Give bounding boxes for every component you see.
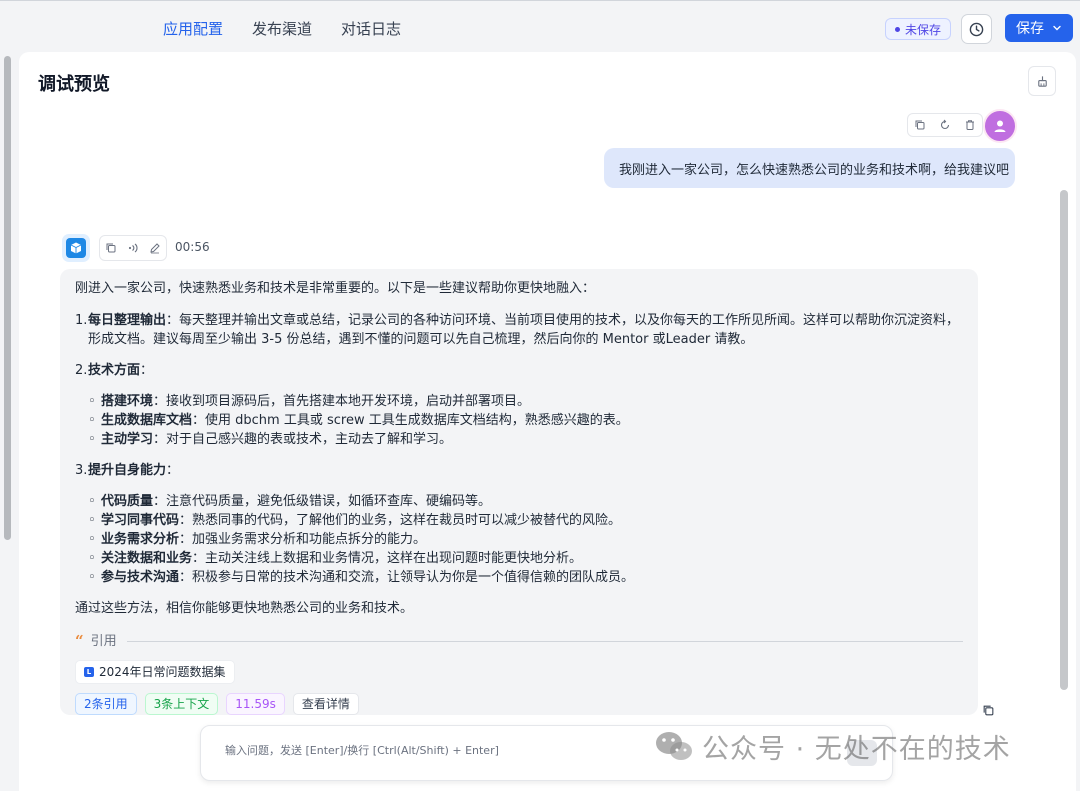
user-message: 我刚进入一家公司，怎么快速熟悉公司的业务和技术啊，给我建议吧	[604, 148, 1015, 188]
broom-icon	[1037, 75, 1047, 87]
divider	[126, 640, 963, 642]
bot-message-actions	[99, 235, 167, 261]
item-text: ：对于自己感兴趣的表或技术，主动去了解和学习。	[153, 432, 453, 447]
sub-list: 代码质量：注意代码质量，避免低级错误，如循环查库、硬编码等。 学习同事代码：熟悉…	[75, 492, 964, 587]
speaker-icon[interactable]	[127, 242, 139, 254]
edit-icon[interactable]	[149, 242, 161, 254]
dataset-name: 2024年日常问题数据集	[99, 664, 226, 679]
status-dot-icon	[895, 26, 900, 32]
unsaved-label: 未保存	[905, 22, 942, 37]
tab-chat-logs[interactable]: 对话日志	[341, 18, 401, 39]
duration-tag[interactable]: 11.59s	[226, 693, 285, 715]
copy-button[interactable]	[982, 702, 995, 721]
list-item: 1. 每日整理输出：每天整理并输出文章或总结，记录公司的各种访问环境、当前项目使…	[75, 311, 964, 349]
item-text: ：积极参与日常的技术沟通和交流，让领导认为你是一个值得信赖的团队成员。	[179, 570, 635, 585]
clock-icon	[969, 22, 984, 36]
section-title: 技术方面	[88, 363, 141, 378]
bot-message: 刚进入一家公司，快速熟悉业务和技术是非常重要的。以下是一些建议帮助你更快地融入：…	[60, 269, 978, 715]
sub-list-item: 主动学习：对于自己感兴趣的表或技术，主动去了解和学习。	[75, 430, 964, 449]
person-icon	[994, 120, 1006, 132]
dataset-icon: L	[84, 667, 94, 677]
bot-avatar	[62, 234, 90, 262]
sub-list-item: 参与技术沟通：积极参与日常的技术沟通和交流，让领导认为你是一个值得信赖的团队成员…	[75, 568, 964, 587]
sub-list-item: 生成数据库文档：使用 dbchm 工具或 screw 工具生成数据库文档结构，熟…	[75, 411, 964, 430]
section-text: ：	[140, 363, 154, 378]
regenerate-icon[interactable]	[939, 119, 951, 131]
chat-scrollbar[interactable]	[1060, 190, 1068, 690]
list-number: 3.	[75, 463, 88, 478]
wechat-icon	[656, 731, 692, 760]
quote-icon: “	[75, 631, 84, 650]
list-item: 2. 技术方面： 搭建环境：接收到项目源码后，首先搭建本地开发环境，启动并部署项…	[75, 361, 964, 449]
item-text: ：使用 dbchm 工具或 screw 工具生成数据库文档结构，熟悉感兴趣的表。	[192, 413, 629, 428]
item-title: 关注数据和业务	[101, 551, 193, 566]
nav-tabs: 应用配置 发布渠道 对话日志	[163, 18, 401, 39]
copy-icon[interactable]	[105, 242, 117, 254]
bot-intro: 刚进入一家公司，快速熟悉业务和技术是非常重要的。以下是一些建议帮助你更快地融入：	[75, 281, 596, 296]
save-label: 保存	[1016, 21, 1044, 37]
watermark: 公众号 · 无处不在的技术	[654, 727, 1011, 766]
debug-preview-panel: 调试预览 我刚进入一家公司，怎么快速熟悉公司的业务和技术啊，给我建议吧 00:5…	[19, 52, 1076, 791]
item-title: 生成数据库文档	[101, 413, 193, 428]
item-title: 业务需求分析	[101, 532, 180, 547]
left-scrollbar[interactable]	[4, 56, 11, 540]
item-title: 参与技术沟通	[101, 570, 180, 585]
context-tag[interactable]: 3条上下文	[144, 693, 219, 715]
citation-header: “ 引用	[75, 631, 963, 651]
section-title: 提升自身能力	[88, 463, 167, 478]
list-item: 3. 提升自身能力： 代码质量：注意代码质量，避免低级错误，如循环查库、硬编码等…	[75, 461, 964, 587]
item-text: ：熟悉同事的代码，了解他们的业务，这样在裁员时可以减少被替代的风险。	[179, 513, 622, 528]
section-title: 每日整理输出	[88, 313, 167, 328]
watermark-text: 公众号 · 无处不在的技术	[702, 734, 1011, 765]
sub-list-item: 业务需求分析：加强业务需求分析和功能点拆分的能力。	[75, 530, 964, 549]
item-title: 学习同事代码	[101, 513, 180, 528]
item-title: 搭建环境	[101, 394, 154, 409]
history-button[interactable]	[961, 14, 992, 44]
copy-icon[interactable]	[914, 119, 926, 131]
copy-icon	[983, 705, 994, 716]
sub-list: 搭建环境：接收到项目源码后，首先搭建本地开发环境，启动并部署项目。 生成数据库文…	[75, 392, 964, 449]
list-number: 1.	[75, 313, 88, 328]
section-text: ：	[166, 463, 180, 478]
dataset-chip[interactable]: L 2024年日常问题数据集	[75, 660, 235, 684]
item-text: ：注意代码质量，避免低级错误，如循环查库、硬编码等。	[153, 494, 492, 509]
user-avatar	[983, 109, 1017, 143]
save-button[interactable]: 保存	[1005, 14, 1073, 42]
top-bar: 应用配置 发布渠道 对话日志 未保存 保存	[0, 0, 1080, 57]
sub-list-item: 学习同事代码：熟悉同事的代码，了解他们的业务，这样在裁员时可以减少被替代的风险。	[75, 511, 964, 530]
response-tags: 2条引用 3条上下文 11.59s 查看详情	[75, 693, 359, 715]
user-message-actions	[907, 113, 983, 137]
bot-conclusion: 通过这些方法，相信你能够更快地熟悉公司的业务和技术。	[75, 601, 414, 616]
sub-list-item: 代码质量：注意代码质量，避免低级错误，如循环查库、硬编码等。	[75, 492, 964, 511]
item-text: ：加强业务需求分析和功能点拆分的能力。	[179, 532, 427, 547]
unsaved-badge: 未保存	[885, 18, 952, 40]
clear-chat-button[interactable]	[1028, 66, 1056, 96]
tab-app-config[interactable]: 应用配置	[163, 18, 223, 39]
chevron-down-icon	[1053, 25, 1061, 31]
list-number: 2.	[75, 363, 88, 378]
citations-tag[interactable]: 2条引用	[75, 693, 137, 715]
item-text: ：接收到项目源码后，首先搭建本地开发环境，启动并部署项目。	[153, 394, 531, 409]
delete-icon[interactable]	[964, 119, 976, 131]
citation-label: 引用	[90, 633, 117, 649]
page-title: 调试预览	[38, 74, 110, 95]
item-text: ：主动关注线上数据和业务情况，这样在出现问题时能更快地分析。	[192, 551, 583, 566]
cube-icon	[66, 238, 86, 258]
view-details-button[interactable]: 查看详情	[292, 693, 359, 715]
sub-list-item: 搭建环境：接收到项目源码后，首先搭建本地开发环境，启动并部署项目。	[75, 392, 964, 411]
item-title: 代码质量	[101, 494, 154, 509]
tab-publish-channel[interactable]: 发布渠道	[252, 18, 312, 39]
sub-list-item: 关注数据和业务：主动关注线上数据和业务情况，这样在出现问题时能更快地分析。	[75, 549, 964, 568]
item-title: 主动学习	[101, 432, 154, 447]
message-time: 00:56	[175, 240, 210, 254]
section-text: ：每天整理并输出文章或总结，记录公司的各种访问环境、当前项目使用的技术，以及你每…	[88, 313, 960, 347]
